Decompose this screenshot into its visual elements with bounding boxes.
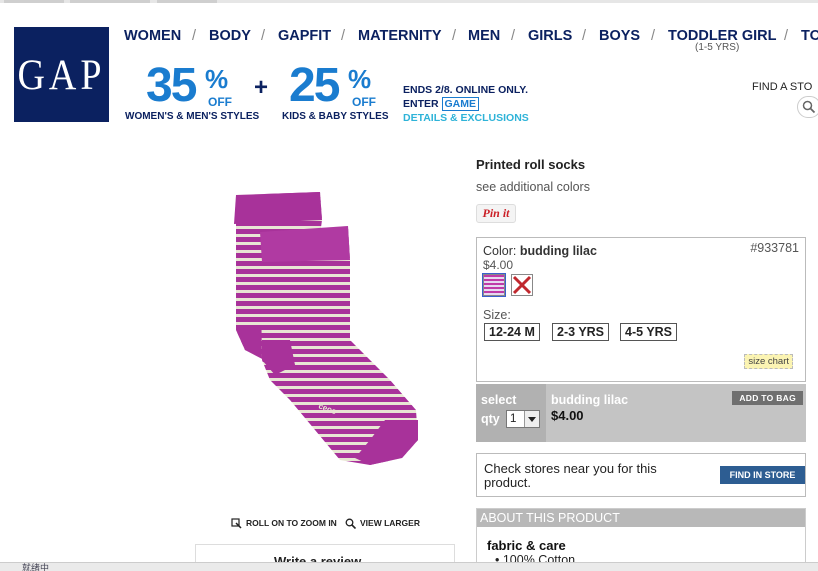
product-price: $4.00 <box>483 258 514 272</box>
add-to-bag-panel: select qty 1 budding lilac $4.00 ADD TO … <box>476 384 806 442</box>
roll-zoom-label: ROLL ON TO ZOOM IN <box>246 518 337 528</box>
promo-25-subtitle: KIDS & BABY STYLES <box>282 111 389 122</box>
promo-code: GAME <box>441 97 480 111</box>
promo-35-subtitle: WOMEN'S & MEN'S STYLES <box>125 111 260 122</box>
product-options: Color: budding lilac #933781 $4.00 Size:… <box>476 237 806 382</box>
promo-25-number: 25 <box>289 59 340 112</box>
nav-item-girls[interactable]: GIRLS <box>528 28 572 44</box>
gap-logo[interactable]: GAP <box>14 27 109 122</box>
color-swatch-unavailable[interactable] <box>511 274 533 296</box>
magnifier-icon <box>345 518 357 530</box>
bag-color-name: budding lilac <box>551 393 629 407</box>
promo-plus: + <box>254 74 269 101</box>
nav-item-maternity[interactable]: MATERNITY <box>358 28 442 44</box>
selected-color-name: budding lilac <box>519 244 597 258</box>
size-option-12-24m[interactable]: 12-24 M <box>484 323 540 341</box>
promo-35-off: OFF <box>208 95 232 109</box>
nav-separator: / <box>261 28 266 44</box>
find-store-link[interactable]: FIND A STO <box>752 81 812 93</box>
product-sku: #933781 <box>750 241 799 255</box>
promo-details-link[interactable]: DETAILS & EXCLUSIONS <box>403 111 529 125</box>
color-label: Color: budding lilac <box>483 244 597 258</box>
chevron-down-icon <box>524 411 539 427</box>
roll-to-zoom[interactable]: ROLL ON TO ZOOM IN <box>231 518 337 529</box>
nav-item-body[interactable]: BODY <box>209 28 251 44</box>
search-button[interactable] <box>797 96 818 118</box>
nav-item-boys[interactable]: BOYS <box>599 28 640 44</box>
color-label-text: Color: <box>483 244 517 258</box>
size-option-2-3yrs[interactable]: 2-3 YRS <box>552 323 610 341</box>
promo-enter-label: ENTER <box>403 98 439 110</box>
about-product-heading[interactable]: ABOUT THIS PRODUCT <box>477 509 805 527</box>
promo-25-off: OFF <box>352 95 376 109</box>
see-additional-colors-link[interactable]: see additional colors <box>476 180 590 194</box>
size-chart-link[interactable]: size chart <box>744 354 793 369</box>
promo-25-percent: % <box>348 64 372 94</box>
qty-label: qty <box>481 412 500 426</box>
nav-item-toddler-boy[interactable]: TO <box>801 28 818 44</box>
fabric-care-title: fabric & care <box>487 538 566 553</box>
view-larger-label: VIEW LARGER <box>360 518 420 528</box>
qty-select[interactable]: 1 <box>506 410 540 428</box>
view-larger[interactable]: VIEW LARGER <box>345 518 420 530</box>
nav-separator: / <box>651 28 656 44</box>
select-label: select <box>481 393 517 407</box>
bag-price: $4.00 <box>551 408 584 423</box>
nav-item-women[interactable]: WOMEN <box>124 28 181 44</box>
browser-top-strip <box>0 0 818 3</box>
promo-ends-text: ENDS 2/8. ONLINE ONLY. <box>403 84 529 96</box>
promo-35-percent: % <box>205 64 229 94</box>
size-option-4-5yrs[interactable]: 4-5 YRS <box>620 323 678 341</box>
color-swatch-budding-lilac[interactable] <box>482 273 506 297</box>
product-image-socks[interactable]: ceos <box>220 190 430 480</box>
nav-item-gapfit[interactable]: GAPFIT <box>278 28 331 44</box>
find-in-store-button[interactable]: FIND IN STORE <box>720 466 805 484</box>
nav-item-men[interactable]: MEN <box>468 28 500 44</box>
qty-panel: select qty 1 <box>476 384 546 442</box>
nav-separator: / <box>784 28 789 44</box>
add-to-bag-button[interactable]: ADD TO BAG <box>732 391 803 405</box>
search-icon <box>802 100 816 114</box>
product-title: Printed roll socks <box>476 157 586 172</box>
browser-status-bar: 就绪中 <box>0 562 818 571</box>
nav-separator: / <box>452 28 457 44</box>
nav-separator: / <box>341 28 346 44</box>
nav-separator: / <box>511 28 516 44</box>
pinit-button[interactable]: Pin it <box>476 204 516 223</box>
zoom-cursor-icon <box>231 518 242 529</box>
store-locator-text: Check stores near you for this product. <box>484 461 657 490</box>
unavailable-x-icon <box>512 275 532 295</box>
size-label: Size: <box>483 308 511 322</box>
promo-terms: ENDS 2/8. ONLINE ONLY. ENTER GAME DETAIL… <box>403 83 529 125</box>
qty-value: 1 <box>510 413 517 425</box>
nav-separator: / <box>192 28 197 44</box>
store-locator: Check stores near you for this product. … <box>476 453 806 497</box>
nav-toddler-age: (1-5 YRS) <box>695 42 740 53</box>
promo-35-number: 35 <box>146 59 197 112</box>
nav-separator: / <box>582 28 587 44</box>
status-text: 就绪中 <box>22 563 50 571</box>
